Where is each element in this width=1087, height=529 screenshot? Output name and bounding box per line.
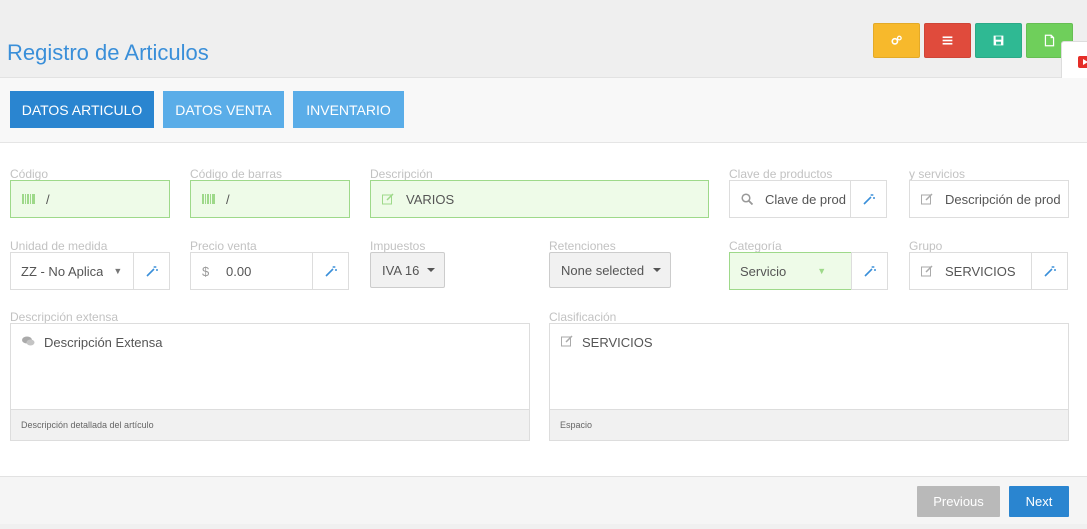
codigo-value: / <box>46 191 50 207</box>
tab-datos-venta[interactable]: DATOS VENTA <box>163 91 284 128</box>
list-icon <box>942 36 953 45</box>
edit-icon <box>382 193 396 205</box>
categoria-select[interactable]: Servicio ▼ <box>729 252 852 290</box>
grupo-label: Grupo <box>909 239 943 253</box>
dollar-icon: $ <box>202 263 210 279</box>
retenciones-select[interactable]: None selected <box>549 252 671 288</box>
clasificacion-textarea[interactable]: SERVICIOS Espacio <box>549 323 1069 441</box>
tab-datos-articulo[interactable]: DATOS ARTICULO <box>10 91 154 128</box>
cogs-icon <box>891 35 902 45</box>
edit-icon <box>921 193 935 205</box>
descripcion-label: Descripción <box>370 167 433 181</box>
magic-wand-icon <box>862 194 875 205</box>
categoria-value: Servicio <box>740 263 787 279</box>
codigo-label: Código <box>10 167 49 181</box>
magic-wand-icon <box>863 266 876 277</box>
search-icon <box>741 193 755 205</box>
list-button[interactable] <box>924 23 971 58</box>
wizard-footer: Previous Next <box>0 476 1087 524</box>
unidad-medida-wand-button[interactable] <box>133 252 170 290</box>
edit-icon <box>561 335 573 350</box>
impuestos-value: IVA 16 <box>382 262 420 278</box>
descripcion-extensa-value: Descripción Extensa <box>44 335 163 350</box>
clasificacion-content: SERVICIOS <box>561 335 653 350</box>
descripcion-value: VARIOS <box>406 191 455 207</box>
tabs-row: DATOS ARTICULO DATOS VENTA INVENTARIO <box>0 78 1087 143</box>
unidad-medida-select[interactable]: ZZ - No Aplica ▼ <box>10 252 134 290</box>
descripcion-field[interactable]: VARIOS <box>370 180 709 218</box>
clasificacion-footer: Espacio <box>549 409 1069 441</box>
floppy-icon <box>993 35 1004 46</box>
header-bar: Registro de Articulos <box>0 0 1087 78</box>
codigo-field[interactable]: / <box>10 180 170 218</box>
descripcion-extensa-footer: Descripción detallada del artículo <box>10 409 530 441</box>
next-button[interactable]: Next <box>1009 486 1069 517</box>
chevron-down-icon: ▼ <box>113 266 123 276</box>
precio-venta-field[interactable]: $ 0.00 <box>190 252 314 290</box>
magic-wand-icon <box>145 266 158 277</box>
youtube-icon <box>1078 56 1087 68</box>
form-panel: DATOS ARTICULO DATOS VENTA INVENTARIO Có… <box>0 78 1087 524</box>
codigo-barras-field[interactable]: / <box>190 180 350 218</box>
unidad-medida-value: ZZ - No Aplica <box>21 263 104 279</box>
barcode-icon <box>202 194 216 204</box>
edit-icon <box>921 265 935 277</box>
clasificacion-value: SERVICIOS <box>582 335 653 350</box>
precio-venta-wand-button[interactable] <box>312 252 349 290</box>
impuestos-select[interactable]: IVA 16 <box>370 252 445 288</box>
precio-venta-label: Precio venta <box>190 239 257 253</box>
clave-productos-wand-button[interactable] <box>850 180 887 218</box>
categoria-label: Categoría <box>729 239 782 253</box>
categoria-wand-button[interactable] <box>851 252 888 290</box>
descripcion-extensa-textarea[interactable]: Descripción Extensa Descripción detallad… <box>10 323 530 441</box>
retenciones-label: Retenciones <box>549 239 616 253</box>
magic-wand-icon <box>324 266 337 277</box>
magic-wand-icon <box>1043 266 1056 277</box>
clave-productos-placeholder: Clave de prod <box>765 191 846 207</box>
previous-button[interactable]: Previous <box>917 486 1000 517</box>
save-button[interactable] <box>975 23 1022 58</box>
comments-icon <box>22 336 35 350</box>
grupo-field[interactable]: SERVICIOS <box>909 252 1033 290</box>
precio-venta-value: 0.00 <box>226 263 252 279</box>
codigo-barras-label: Código de barras <box>190 167 283 181</box>
file-icon <box>1044 34 1055 47</box>
servicios-field[interactable]: Descripción de prod <box>909 180 1069 218</box>
clave-productos-field[interactable]: Clave de prod <box>729 180 851 218</box>
youtube-side-tab[interactable] <box>1061 41 1087 83</box>
barcode-icon <box>22 194 36 204</box>
page-title: Registro de Articulos <box>7 40 209 65</box>
clasificacion-label: Clasificación <box>549 310 617 324</box>
descripcion-extensa-label: Descripción extensa <box>10 310 119 324</box>
grupo-wand-button[interactable] <box>1031 252 1068 290</box>
retenciones-value: None selected <box>561 262 645 278</box>
caret-down-icon <box>653 268 662 272</box>
caret-down-icon <box>427 268 436 272</box>
grupo-value: SERVICIOS <box>945 263 1016 279</box>
clave-productos-label: Clave de productos <box>729 167 833 181</box>
descripcion-extensa-content: Descripción Extensa <box>22 335 163 350</box>
unidad-medida-label: Unidad de medida <box>10 239 108 253</box>
impuestos-label: Impuestos <box>370 239 426 253</box>
settings-button[interactable] <box>873 23 920 58</box>
chevron-down-icon: ▼ <box>817 266 827 276</box>
servicios-placeholder: Descripción de prod <box>945 191 1061 207</box>
codigo-barras-value: / <box>226 191 230 207</box>
tab-inventario[interactable]: INVENTARIO <box>293 91 404 128</box>
servicios-label: y servicios <box>909 167 966 181</box>
